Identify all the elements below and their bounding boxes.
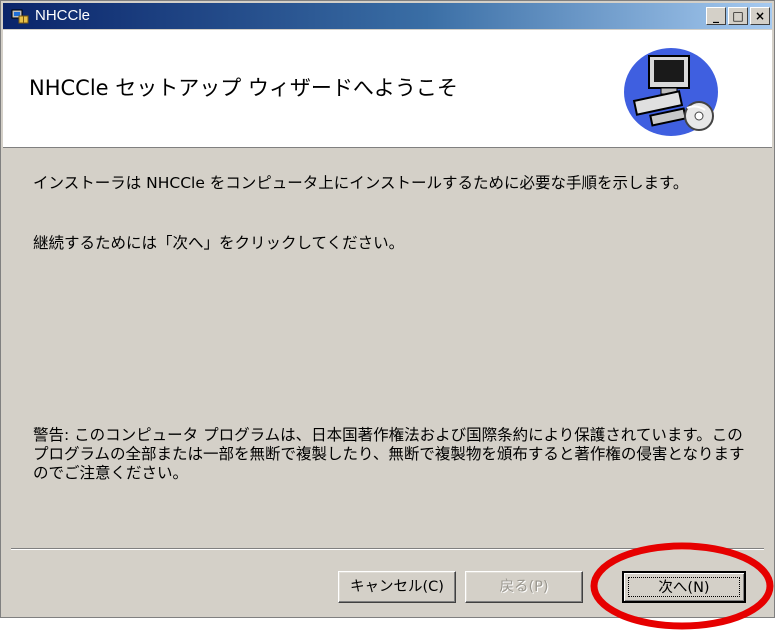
- cancel-button[interactable]: キャンセル(C): [338, 571, 456, 603]
- copyright-warning-text: 警告: このコンピュータ プログラムは、日本国著作権法および国際条約により保護さ…: [33, 426, 745, 482]
- intro-text: インストーラは NHCCle をコンピュータ上にインストールするために必要な手順…: [33, 174, 689, 192]
- maximize-button[interactable]: □: [728, 7, 748, 25]
- wizard-heading: NHCCle セットアップ ウィザードへようこそ: [29, 76, 458, 100]
- close-icon: ×: [754, 9, 766, 23]
- wizard-header: NHCCle セットアップ ウィザードへようこそ: [3, 30, 772, 148]
- minimize-button[interactable]: _: [706, 7, 726, 25]
- red-highlight-circle: [590, 542, 774, 630]
- installer-app-icon: [11, 9, 29, 24]
- window-title: NHCCle: [35, 7, 91, 24]
- setup-wizard-window: NHCCle _ □ × NHCCle セットアップ ウィザードへようこそ イン…: [0, 0, 775, 618]
- title-bar[interactable]: NHCCle _ □ ×: [3, 3, 772, 29]
- maximize-icon: □: [732, 9, 744, 23]
- continue-instruction-text: 継続するためには「次へ」をクリックしてください。: [33, 234, 405, 252]
- minimize-icon: _: [713, 9, 719, 23]
- computer-installer-icon: [624, 48, 718, 136]
- close-button[interactable]: ×: [750, 7, 770, 25]
- back-button[interactable]: 戻る(P): [465, 571, 583, 603]
